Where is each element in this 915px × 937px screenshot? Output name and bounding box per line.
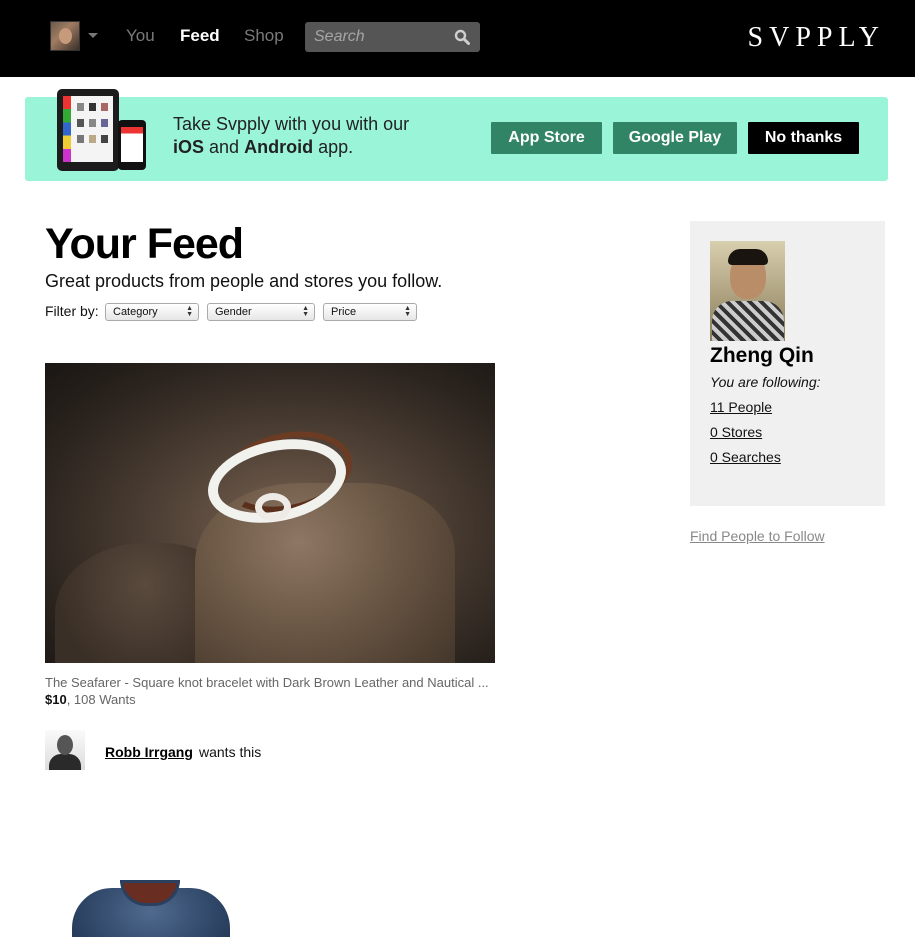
page-title: Your Feed [45,220,244,268]
following-people-link[interactable]: 11 People [710,399,772,415]
following-label: You are following: [710,374,821,390]
ipad-thumb [77,135,84,143]
ipad-illustration [57,89,119,171]
user-avatar-button[interactable] [50,21,80,51]
gender-filter-value: Gender [215,306,252,318]
ipad-thumb [101,135,108,143]
filter-label: Filter by: [45,303,99,319]
following-searches-link[interactable]: 0 Searches [710,449,781,465]
ipad-thumb [89,119,96,127]
ipad-thumb [77,103,84,111]
price-filter-value: Price [331,306,357,318]
iphone-illustration [118,120,146,170]
following-stores-link[interactable]: 0 Stores [710,424,762,440]
wanter-action-text: wants this [199,744,262,760]
google-play-button[interactable]: Google Play [613,122,737,154]
search-box [305,22,480,52]
nav-shop[interactable]: Shop [244,26,284,46]
app-promo-banner: Take Svpply with you with our iOS and An… [25,89,888,181]
search-icon[interactable] [454,29,470,45]
search-input[interactable] [305,22,450,52]
ipad-thumb [101,103,108,111]
ipad-thumb [89,103,96,111]
photo-hair [728,249,768,265]
banner-text-line1: Take Svpply with you with our [173,114,410,134]
product-wants: , 108 Wants [66,692,136,707]
product-price: $10 [45,692,67,707]
avatar-body [49,754,81,770]
profile-name[interactable]: Zheng Qin [710,344,814,368]
svpply-logo[interactable]: SVPPLY [748,22,885,54]
next-product-image[interactable] [72,880,230,937]
price-filter-select[interactable]: Price ▲ ▼ [323,303,417,321]
ipad-thumb [77,119,84,127]
chevron-down-icon[interactable] [88,33,98,38]
select-arrows-icon: ▲ ▼ [186,305,193,318]
banner-app: app. [318,137,354,157]
photo-shirt [712,301,784,341]
banner-ios: iOS [173,137,205,157]
wanter-name-link[interactable]: Robb Irrgang [105,744,193,760]
avatar-head [57,735,73,755]
category-filter-value: Category [113,306,158,318]
top-nav-bar: You Feed Shop SVPPLY [0,0,915,77]
profile-photo[interactable] [710,241,785,341]
no-thanks-button[interactable]: No thanks [748,122,859,154]
ipad-sidebar [63,96,71,162]
nav-feed[interactable]: Feed [180,26,220,46]
find-people-link[interactable]: Find People to Follow [690,528,825,544]
select-arrows-icon: ▲ ▼ [404,305,411,318]
wanter-avatar[interactable] [45,730,85,770]
iphone-screen [121,127,143,162]
banner-message: Take Svpply with you with our iOS and An… [173,113,409,159]
bracelet-knot [255,493,291,521]
banner-android: Android [244,137,314,157]
ipad-thumb [101,119,108,127]
nav-you[interactable]: You [126,26,155,46]
page-subtitle: Great products from people and stores yo… [45,271,443,291]
ipad-thumb [89,135,96,143]
product-title[interactable]: The Seafarer - Square knot bracelet with… [45,675,495,690]
avatar-face [59,28,72,44]
gender-filter-select[interactable]: Gender ▲ ▼ [207,303,315,321]
product-meta: $10, 108 Wants [45,692,136,707]
app-store-button[interactable]: App Store [491,122,602,154]
profile-card: Zheng Qin You are following: 11 People 0… [690,221,885,506]
select-arrows-icon: ▲ ▼ [302,305,309,318]
banner-and: and [209,137,240,157]
product-image[interactable] [45,363,495,663]
category-filter-select[interactable]: Category ▲ ▼ [105,303,199,321]
